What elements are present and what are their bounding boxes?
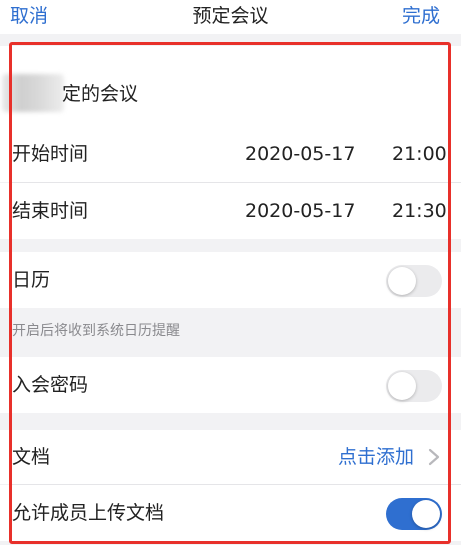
member-upload-toggle[interactable] [386, 498, 442, 530]
done-button[interactable]: 完成 [402, 4, 440, 28]
start-time-label: 开始时间 [12, 143, 89, 165]
member-upload-label: 允许成员上传文档 [12, 502, 165, 524]
start-time-row[interactable]: 开始时间 2020-05-17 21:00 [0, 126, 461, 182]
start-date-value[interactable]: 2020-05-17 [245, 142, 355, 166]
calendar-row: 日历 [0, 252, 461, 308]
toggle-knob [412, 500, 440, 528]
member-upload-row: 允许成员上传文档 [0, 485, 461, 541]
end-time-label: 结束时间 [12, 200, 89, 222]
end-date-value[interactable]: 2020-05-17 [245, 199, 355, 223]
end-time-row[interactable]: 结束时间 2020-05-17 21:30 [0, 183, 461, 239]
redacted-blur [2, 74, 64, 112]
nav-bar: 取消 预定会议 完成 [0, 0, 461, 34]
meeting-form: 定的会议 开始时间 2020-05-17 21:00 结束时间 2020-05-… [0, 34, 461, 545]
calendar-toggle[interactable] [386, 265, 442, 297]
start-clock-value[interactable]: 21:00 [392, 142, 447, 166]
meeting-topic-field[interactable]: 定的会议 [0, 46, 461, 128]
toggle-knob [388, 267, 416, 295]
calendar-hint: 开启后将收到系统日历提醒 [12, 323, 180, 339]
calendar-label: 日历 [12, 269, 51, 291]
password-toggle[interactable] [386, 370, 442, 402]
password-row: 入会密码 [0, 357, 461, 413]
end-clock-value[interactable]: 21:30 [392, 199, 447, 223]
chevron-right-icon [428, 448, 440, 466]
meeting-topic-text: 定的会议 [62, 83, 139, 105]
toggle-knob [388, 372, 416, 400]
password-label: 入会密码 [12, 374, 89, 396]
documents-label: 文档 [12, 446, 51, 468]
page-title: 预定会议 [192, 5, 269, 27]
add-document-link[interactable]: 点击添加 [338, 445, 414, 469]
documents-row[interactable]: 文档 点击添加 [0, 430, 461, 484]
